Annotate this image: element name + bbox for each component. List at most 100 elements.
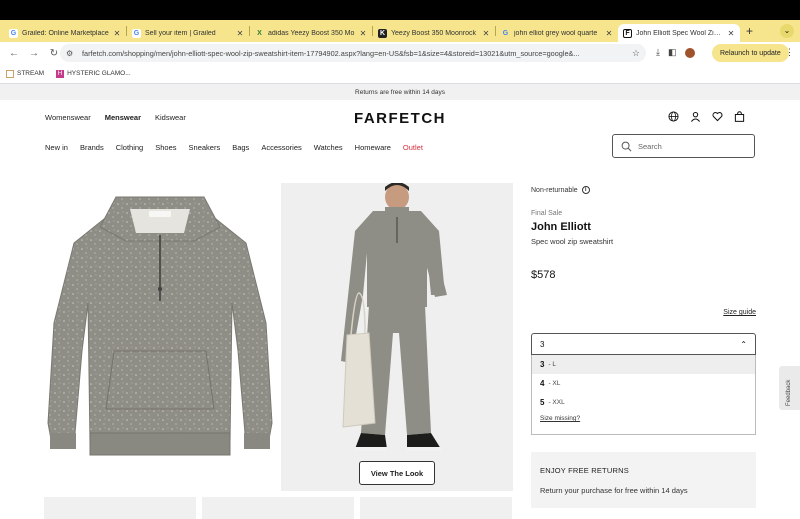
size-value: 3 <box>540 360 545 369</box>
relaunch-button[interactable]: Relaunch to update <box>712 44 789 62</box>
close-tab-icon[interactable]: ✕ <box>359 29 367 38</box>
feedback-tab[interactable]: Feedback <box>779 366 800 410</box>
size-label: - XXL <box>548 399 565 406</box>
size-value: 5 <box>540 398 545 407</box>
cat-shoes[interactable]: Shoes <box>155 143 176 152</box>
non-returnable-label: Non-returnable <box>531 186 578 194</box>
tab-grailed-sell[interactable]: G Sell your item | Grailed ✕ <box>127 24 249 42</box>
returns-title: ENJOY FREE RETURNS <box>540 466 629 475</box>
thumbnail-image[interactable] <box>44 497 196 519</box>
returns-banner[interactable]: Returns are free within 14 days <box>0 84 800 100</box>
chevron-up-icon: ⌃ <box>740 339 747 349</box>
tab-title: john elliot grey wool quarte <box>514 29 598 37</box>
tab-farfetch-active[interactable]: F John Elliott Spec Wool Zip S ✕ <box>618 24 740 42</box>
cat-accessories[interactable]: Accessories <box>261 143 301 152</box>
brand-name[interactable]: John Elliott <box>531 221 591 233</box>
returns-text: Return your purchase for free within 14 … <box>540 486 688 495</box>
folder-icon <box>6 69 14 78</box>
tab-yeezy-adidas[interactable]: X adidas Yeezy Boost 350 Mo ✕ <box>250 24 372 42</box>
product-image-main[interactable] <box>44 183 276 491</box>
tab-title: adidas Yeezy Boost 350 Mo <box>268 29 355 37</box>
cat-watches[interactable]: Watches <box>314 143 343 152</box>
cat-brands[interactable]: Brands <box>80 143 104 152</box>
size-value: 4 <box>540 379 545 388</box>
feedback-label: Feedback <box>786 379 792 406</box>
close-tab-icon[interactable]: ✕ <box>236 29 244 38</box>
google-icon: G <box>502 29 509 37</box>
profile-avatar[interactable] <box>684 47 695 58</box>
back-icon[interactable]: ← <box>6 48 22 59</box>
non-returnable-notice: Non-returnable i <box>531 186 590 194</box>
size-option[interactable]: 4 - XL <box>532 374 755 393</box>
close-tab-icon[interactable]: ✕ <box>727 29 735 38</box>
url-text[interactable]: farfetch.com/shopping/men/john-elliott-s… <box>82 49 632 58</box>
size-label: - XL <box>548 380 561 387</box>
farfetch-icon: F <box>623 28 632 38</box>
site-icon: K <box>378 28 387 38</box>
browser-menu-icon[interactable]: ⋮ <box>785 47 794 58</box>
tab-title: Sell your item | Grailed <box>145 29 216 37</box>
thumbnail-image[interactable] <box>360 497 512 519</box>
size-option[interactable]: 3 - L <box>532 355 755 374</box>
tab-google-search[interactable]: G john elliot grey wool quarte ✕ <box>496 24 618 42</box>
hysteric-glamour-icon: H <box>56 69 65 78</box>
tab-yeezy-moonrock[interactable]: K Yeezy Boost 350 Moonrock ✕ <box>373 24 495 42</box>
product-price: $578 <box>531 269 556 281</box>
tab-grailed-marketplace[interactable]: G Grailed: Online Marketplace ✕ <box>4 24 126 42</box>
bookmark-star-icon[interactable]: ☆ <box>632 48 640 59</box>
bookmarks-bar: STREAM H HYSTERIC GLAMO... <box>0 64 800 84</box>
size-select[interactable]: 3 ⌃ <box>531 333 756 355</box>
new-tab-button[interactable]: + <box>746 24 753 38</box>
thumbnail-image[interactable] <box>202 497 354 519</box>
cat-sneakers[interactable]: Sneakers <box>189 143 221 152</box>
bookmark-stream[interactable]: STREAM <box>6 69 45 78</box>
product-image-model[interactable] <box>281 182 513 491</box>
model-illustration <box>341 182 447 451</box>
size-label: - L <box>548 361 557 368</box>
download-icon[interactable]: ⤓ <box>656 47 660 58</box>
close-tab-icon[interactable]: ✕ <box>482 29 490 38</box>
tab-title: Yeezy Boost 350 Moonrock <box>391 29 476 37</box>
cat-new-in[interactable]: New in <box>45 143 68 152</box>
account-icon[interactable] <box>690 111 701 122</box>
tab-search-icon[interactable]: ⌄ <box>780 24 794 38</box>
tab-title: Grailed: Online Marketplace <box>22 29 109 37</box>
final-sale-label: Final Sale <box>531 210 563 217</box>
cat-outlet[interactable]: Outlet <box>403 143 423 152</box>
bookmark-label: HYSTERIC GLAMO... <box>67 70 131 77</box>
search-icon <box>621 141 632 151</box>
size-guide-link[interactable]: Size guide <box>723 309 756 316</box>
sidepanel-icon[interactable]: ◧ <box>668 47 677 58</box>
tab-bar: G Grailed: Online Marketplace ✕ G Sell y… <box>0 20 800 42</box>
wishlist-heart-icon[interactable] <box>712 111 723 122</box>
cat-bags[interactable]: Bags <box>232 143 249 152</box>
shopping-bag-icon[interactable] <box>734 111 745 122</box>
info-icon[interactable]: i <box>581 186 590 194</box>
address-bar[interactable]: ⚙ farfetch.com/shopping/men/john-elliott… <box>60 44 646 62</box>
header-icons <box>668 111 745 122</box>
category-nav: New in Brands Clothing Shoes Sneakers Ba… <box>45 143 423 152</box>
size-option[interactable]: 5 - XXL <box>532 393 755 412</box>
adidas-icon: X <box>257 29 262 37</box>
size-missing-link[interactable]: Size missing? <box>532 415 755 422</box>
selected-size: 3 <box>540 339 545 349</box>
site-header: Womenswear Menswear Kidswear FARFETCH Ne… <box>0 100 800 178</box>
site-info-icon[interactable]: ⚙ <box>66 49 76 58</box>
bookmark-label: STREAM <box>17 70 45 77</box>
cat-clothing[interactable]: Clothing <box>116 143 144 152</box>
product-description: Spec wool zip sweatshirt <box>531 237 614 246</box>
bookmark-hysteric[interactable]: H HYSTERIC GLAMO... <box>56 69 131 78</box>
close-tab-icon[interactable]: ✕ <box>605 29 613 38</box>
free-returns-panel: ENJOY FREE RETURNS Return your purchase … <box>531 452 756 508</box>
browser-toolbar: ← → ↻ ⚙ farfetch.com/shopping/men/john-e… <box>0 42 800 64</box>
view-the-look-button[interactable]: View The Look <box>359 461 435 485</box>
globe-icon[interactable] <box>668 111 679 122</box>
cat-homeware[interactable]: Homeware <box>355 143 391 152</box>
google-icon: G <box>9 28 18 38</box>
sweatshirt-illustration <box>47 196 273 456</box>
forward-icon[interactable]: → <box>26 48 42 59</box>
search-placeholder: Search <box>638 141 662 151</box>
os-top-bar <box>0 0 800 20</box>
search-input[interactable]: Search <box>612 134 755 158</box>
close-tab-icon[interactable]: ✕ <box>113 29 121 38</box>
